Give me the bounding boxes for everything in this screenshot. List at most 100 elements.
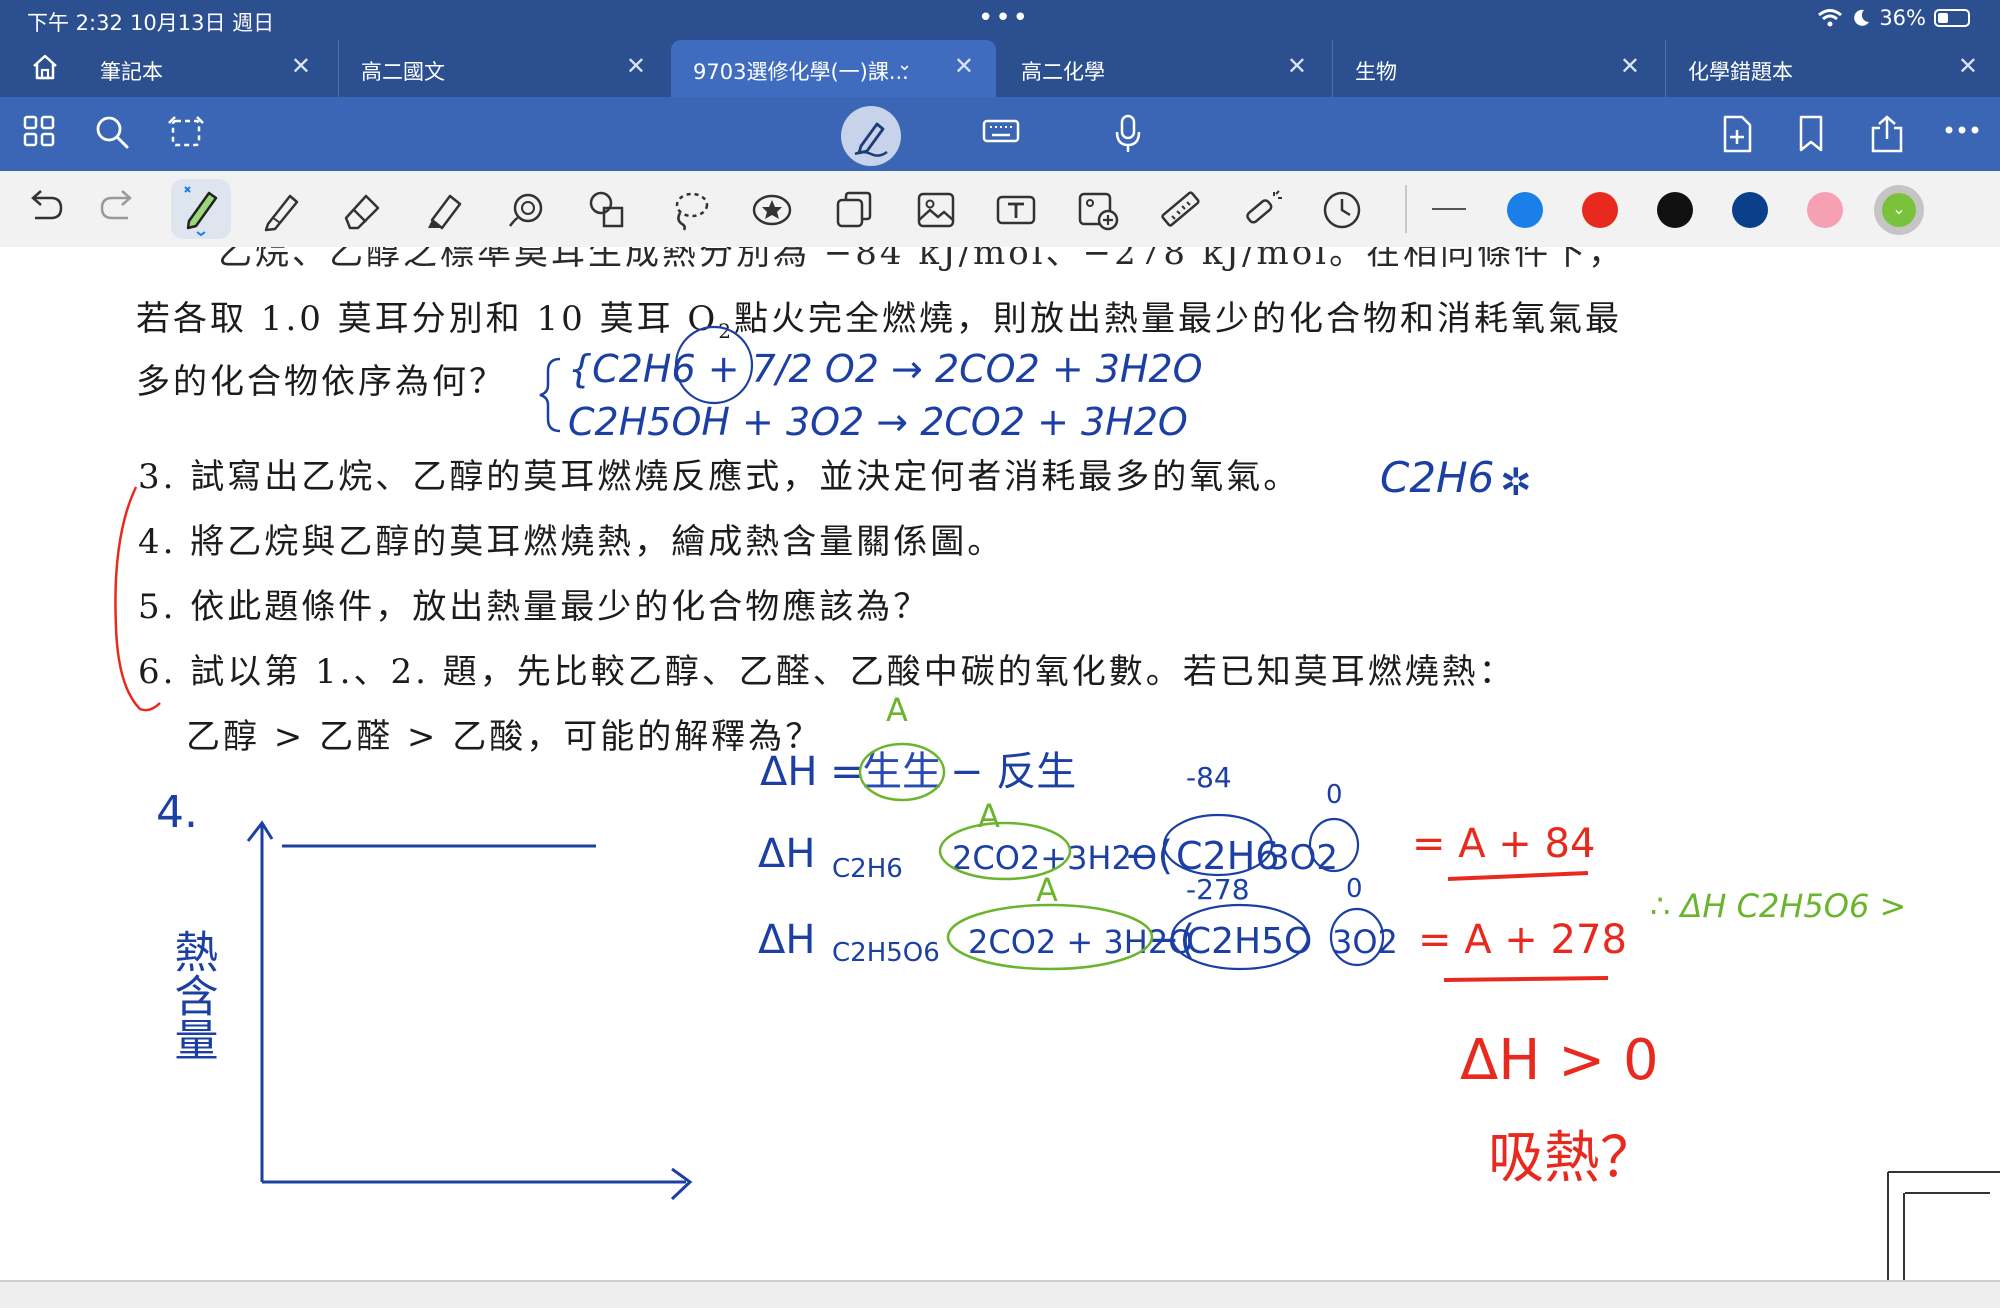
color-swatch-navy[interactable] bbox=[1732, 192, 1768, 228]
eraser-tool[interactable] bbox=[340, 188, 384, 232]
main-toolbar bbox=[0, 97, 2000, 171]
grid-button[interactable] bbox=[22, 114, 56, 148]
keyboard-button[interactable] bbox=[981, 114, 1021, 148]
status-bar: 下午 2:32 10月13日 週日 ••• 36% bbox=[0, 0, 2000, 40]
undo-button[interactable] bbox=[25, 188, 65, 224]
color-swatch-green-selected[interactable]: ⌄ bbox=[1874, 185, 1924, 235]
history-tool[interactable] bbox=[1320, 188, 1364, 232]
tab-chemistry-mistakes[interactable]: 化學錯題本 ✕ bbox=[1665, 40, 2000, 97]
hw-red-endothermic: 吸熱？ bbox=[1488, 1126, 1656, 1191]
color-swatch-black[interactable] bbox=[1657, 192, 1693, 228]
status-indicators: 36% bbox=[1817, 6, 1970, 30]
color-swatch-pink[interactable] bbox=[1807, 192, 1843, 228]
chevron-down-icon[interactable]: ⌄ bbox=[897, 54, 912, 75]
chevron-down-icon: ⌄ bbox=[1882, 193, 1916, 227]
sticker-tool[interactable] bbox=[750, 188, 794, 232]
hw-dh-def: ΔH = bbox=[760, 749, 864, 795]
search-button[interactable] bbox=[94, 114, 130, 150]
close-icon[interactable]: ✕ bbox=[626, 52, 646, 80]
tab-label: 生物 bbox=[1355, 60, 1397, 84]
hw-red-bracket bbox=[114, 486, 161, 712]
hw-energy-diagram bbox=[246, 820, 693, 1201]
laser-pointer-tool[interactable] bbox=[1240, 188, 1284, 232]
hw-o2-2: 3O2 bbox=[1332, 923, 1398, 961]
redo-button[interactable] bbox=[98, 188, 138, 224]
highlighter-tool[interactable] bbox=[422, 188, 466, 232]
shape-icon bbox=[509, 193, 543, 227]
pencil-icon bbox=[264, 194, 299, 232]
pen-icon bbox=[184, 186, 218, 237]
shapes-icon bbox=[589, 191, 624, 228]
hw-red-underline-2 bbox=[1443, 976, 1609, 982]
hw-eq2: C2H5OH + 3O2 → 2CO2 + 3H2O bbox=[568, 400, 1188, 444]
elements-tool[interactable] bbox=[832, 188, 876, 232]
close-icon[interactable]: ✕ bbox=[954, 52, 974, 80]
bookmark-button[interactable] bbox=[1796, 114, 1826, 154]
moon-icon bbox=[1854, 9, 1870, 26]
shape-tool[interactable] bbox=[504, 188, 548, 232]
clock-icon bbox=[1323, 191, 1361, 229]
multitask-dots-icon[interactable]: ••• bbox=[978, 3, 1030, 33]
tab-grade11-chemistry[interactable]: 高二化學 ✕ bbox=[999, 40, 1329, 97]
hw-a-label-1: A bbox=[886, 691, 908, 729]
share-button[interactable] bbox=[1868, 114, 1906, 154]
hw-q4-label: 4. bbox=[156, 787, 198, 838]
shapes-insert-tool[interactable] bbox=[586, 188, 630, 232]
drawing-toolbar: ⌄ bbox=[0, 171, 2000, 248]
tab-label: 高二國文 bbox=[361, 60, 445, 84]
pen-tool[interactable] bbox=[171, 179, 231, 239]
ruler-tool[interactable] bbox=[1158, 188, 1202, 232]
share-icon bbox=[1871, 115, 1903, 153]
pen-mode-icon bbox=[854, 122, 888, 157]
lasso-select-icon bbox=[168, 116, 204, 147]
text-tool[interactable] bbox=[994, 188, 1038, 232]
keyboard-icon bbox=[982, 119, 1020, 143]
microphone-button[interactable] bbox=[1112, 114, 1144, 154]
elements-icon bbox=[836, 191, 872, 228]
color-swatch-red[interactable] bbox=[1582, 192, 1618, 228]
hw-result-2: = A + 278 bbox=[1418, 917, 1627, 963]
home-button[interactable] bbox=[30, 52, 60, 82]
stroke-width-option[interactable] bbox=[1432, 208, 1466, 210]
hw-eq1: {C2H6 + 7/2 O2 → 2CO2 + 3H2O bbox=[568, 347, 1203, 391]
hw-o2-1: 3O2 bbox=[1268, 838, 1338, 878]
hw-dh-def-circle: 生生 bbox=[862, 749, 942, 795]
pen-mode-button[interactable] bbox=[841, 106, 901, 166]
tab-label: 筆記本 bbox=[100, 60, 163, 84]
hw-value-minus84: -84 bbox=[1186, 761, 1232, 794]
search-icon bbox=[96, 116, 129, 149]
tab-notebook[interactable]: 筆記本 ✕ bbox=[78, 40, 333, 97]
lasso-tool[interactable] bbox=[668, 188, 712, 232]
more-icon bbox=[1945, 126, 1979, 134]
hw-cross-mark: ✲ bbox=[1500, 460, 1532, 504]
bookmark-icon bbox=[1799, 115, 1823, 152]
wifi-icon bbox=[1818, 9, 1843, 27]
close-icon[interactable]: ✕ bbox=[291, 52, 311, 80]
lasso-select-button[interactable] bbox=[166, 114, 206, 150]
page-bottom-edge bbox=[0, 1280, 2000, 1308]
tab-elective-chemistry[interactable]: 9703選修化學(一)課... ⌄ ✕ bbox=[671, 40, 996, 97]
color-swatch-blue[interactable] bbox=[1507, 192, 1543, 228]
close-icon[interactable]: ✕ bbox=[1958, 52, 1978, 80]
hw-dh-def-2: − 反生 bbox=[950, 749, 1076, 795]
battery-icon bbox=[1934, 9, 1970, 27]
close-icon[interactable]: ✕ bbox=[1287, 52, 1307, 80]
tab-biology[interactable]: 生物 ✕ bbox=[1332, 40, 1662, 97]
more-button[interactable] bbox=[1945, 125, 1979, 135]
pencil-tool[interactable] bbox=[260, 188, 304, 232]
page-corner-marker bbox=[1887, 1171, 1905, 1280]
add-page-button[interactable] bbox=[1720, 114, 1754, 154]
battery-percent: 36% bbox=[1879, 6, 1926, 30]
hw-dh-c2h6-sub: C2H6 bbox=[832, 854, 903, 884]
hw-y-axis-text: 熱含量 bbox=[167, 929, 218, 1061]
tab-label: 9703選修化學(一)課... bbox=[693, 60, 909, 84]
close-icon[interactable]: ✕ bbox=[1620, 52, 1640, 80]
toolbar-divider bbox=[1405, 185, 1407, 233]
hw-dh-c2h5oh-sub: C2H5O6 bbox=[832, 938, 940, 968]
image-tool[interactable] bbox=[914, 188, 958, 232]
tab-grade11-chinese[interactable]: 高二國文 ✕ bbox=[338, 40, 668, 97]
image-add-tool[interactable] bbox=[1076, 188, 1120, 232]
note-page[interactable]: 乙烷、乙醇之標準莫耳生成熱分別為 −84 kJ/mol、−278 kJ/mol。… bbox=[0, 247, 1905, 1280]
star-sticker-icon bbox=[752, 194, 792, 226]
hw-zero-1: 0 bbox=[1326, 780, 1343, 810]
